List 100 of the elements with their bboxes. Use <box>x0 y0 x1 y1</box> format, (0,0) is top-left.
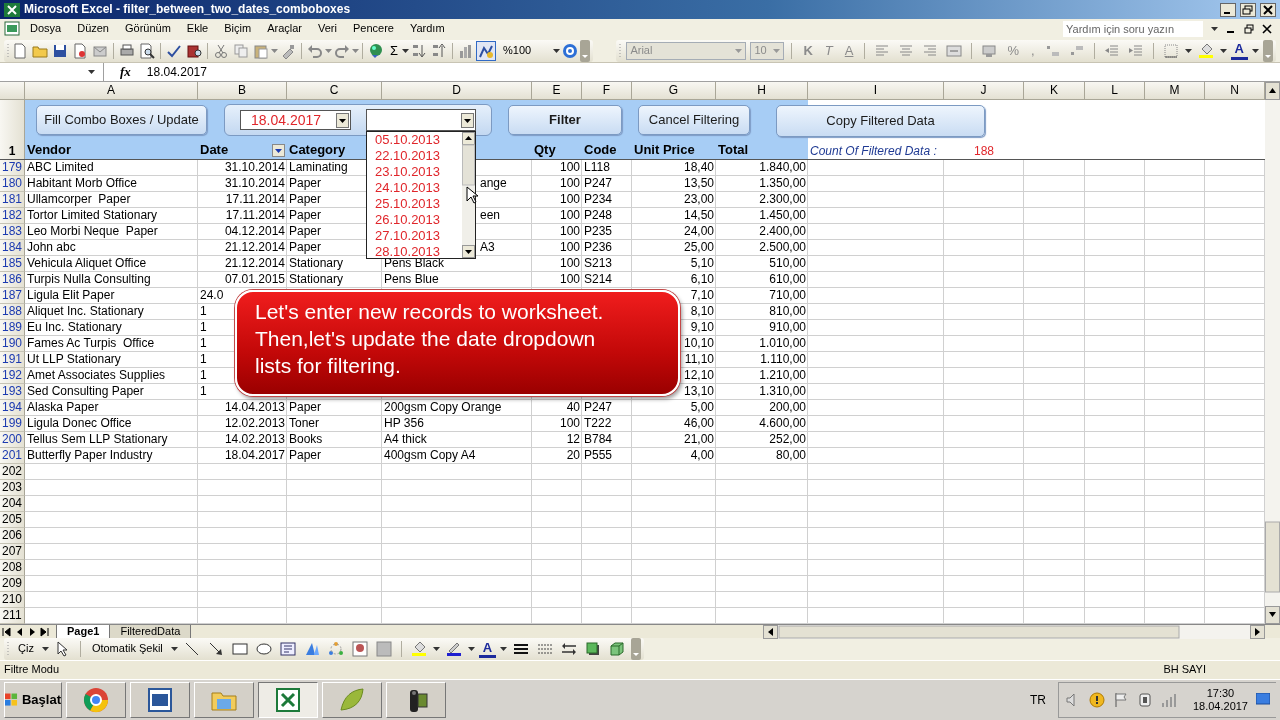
document-icon[interactable] <box>12 42 28 59</box>
caret-icon[interactable] <box>467 647 475 651</box>
caret-icon[interactable] <box>1211 27 1218 31</box>
menu-item[interactable]: Ekle <box>178 22 217 36</box>
row-header[interactable]: 179 <box>0 160 25 176</box>
list-option[interactable]: 27.10.2013 <box>367 228 462 244</box>
arrow-icon[interactable] <box>207 641 224 657</box>
caret-icon[interactable] <box>432 647 440 651</box>
caret-icon[interactable] <box>1252 48 1259 53</box>
sheet-tab[interactable]: Page1 <box>56 625 111 639</box>
row-header[interactable]: 189 <box>0 320 25 336</box>
line-color-icon[interactable] <box>445 641 462 657</box>
row-header[interactable]: 200 <box>0 432 25 448</box>
sort-descending-icon[interactable] <box>431 42 448 59</box>
rectangle-icon[interactable] <box>231 641 248 657</box>
scrollbar[interactable] <box>462 132 475 258</box>
show-desktop-icon[interactable] <box>1256 693 1270 707</box>
row-header[interactable]: 191 <box>0 352 25 368</box>
clip-art-icon[interactable] <box>351 641 368 657</box>
row-header[interactable]: 181 <box>0 192 25 208</box>
first-sheet-icon[interactable] <box>1 626 12 638</box>
menu-item[interactable]: Düzen <box>69 22 117 36</box>
row-header[interactable]: 202 <box>0 464 25 480</box>
menu-item[interactable]: Biçim <box>216 22 260 36</box>
oval-icon[interactable] <box>255 641 272 657</box>
select-all-button[interactable] <box>0 82 25 100</box>
line-style-icon[interactable] <box>513 641 530 657</box>
autoshapes-menu-button[interactable]: Otomatik Şekil <box>87 639 167 659</box>
merge-cells-icon[interactable] <box>946 42 963 59</box>
column-header[interactable]: K <box>1024 82 1085 100</box>
permission-icon[interactable] <box>72 42 88 59</box>
wordart-icon[interactable] <box>303 641 320 657</box>
menu-item[interactable]: Görünüm <box>117 22 179 36</box>
draw-menu-button[interactable]: Çiz <box>14 639 38 659</box>
date-combo-box[interactable] <box>366 109 476 131</box>
arrow-style-icon[interactable] <box>561 641 578 657</box>
dropdown-button[interactable] <box>336 112 349 128</box>
clipboard-icon[interactable] <box>253 42 269 59</box>
diagram-icon[interactable] <box>327 641 344 657</box>
close-icon[interactable] <box>1260 2 1276 17</box>
sheet-tab[interactable]: FilteredData <box>109 625 192 639</box>
save-icon[interactable] <box>52 42 68 59</box>
column-header[interactable]: H <box>716 82 808 100</box>
row-header[interactable]: 206 <box>0 528 25 544</box>
caret-icon[interactable] <box>402 48 410 53</box>
column-header[interactable]: D <box>382 82 532 100</box>
row-header[interactable]: 209 <box>0 576 25 592</box>
row-header[interactable]: 188 <box>0 304 25 320</box>
row-header[interactable]: 207 <box>0 544 25 560</box>
row-header[interactable]: 192 <box>0 368 25 384</box>
sheet-button[interactable]: Filter <box>508 105 622 135</box>
list-option[interactable]: 05.10.2013 <box>367 132 462 148</box>
column-header[interactable]: L <box>1085 82 1145 100</box>
horizontal-scrollbar[interactable] <box>763 625 1265 639</box>
row-header[interactable]: 187 <box>0 288 25 304</box>
language-indicator[interactable]: TR <box>1029 692 1046 708</box>
row-header[interactable]: 185 <box>0 256 25 272</box>
menu-item[interactable]: Veri <box>310 22 345 36</box>
column-header[interactable]: N <box>1205 82 1265 100</box>
dash-style-icon[interactable] <box>537 641 554 657</box>
row-header[interactable]: 194 <box>0 400 25 416</box>
caret-icon[interactable] <box>41 647 49 651</box>
list-option[interactable]: 23.10.2013 <box>367 164 462 180</box>
column-header[interactable]: M <box>1145 82 1205 100</box>
image-icon[interactable] <box>375 641 392 657</box>
help-icon[interactable] <box>562 42 579 59</box>
close-icon[interactable] <box>1262 24 1272 34</box>
increase-indent-icon[interactable] <box>1127 42 1144 59</box>
borders-icon[interactable] <box>1162 42 1179 59</box>
decrease-indent-icon[interactable] <box>1103 42 1120 59</box>
toolbar-options-icon[interactable] <box>580 39 591 62</box>
column-header[interactable]: E <box>532 82 582 100</box>
dropdown-button[interactable] <box>461 112 474 128</box>
column-header[interactable]: C <box>287 82 382 100</box>
shadow-icon[interactable] <box>585 641 602 657</box>
sheet-button[interactable]: Copy Filtered Data <box>776 105 985 137</box>
redo-icon[interactable] <box>334 42 350 59</box>
menu-item[interactable]: Yardım <box>401 22 453 36</box>
column-header[interactable]: A <box>25 82 198 100</box>
menu-item[interactable]: Araçlar <box>259 22 310 36</box>
toolbar-grip-icon[interactable] <box>7 641 10 657</box>
list-option[interactable]: 22.10.2013 <box>367 148 462 164</box>
fill-color-icon[interactable] <box>1197 42 1214 59</box>
sheet-button[interactable]: Cancel Filtering <box>638 105 750 135</box>
row-header[interactable]: 180 <box>0 176 25 192</box>
date-combo-box[interactable]: 18.04.2017 <box>240 110 351 130</box>
line-icon[interactable] <box>183 641 200 657</box>
row-header[interactable]: 199 <box>0 416 25 432</box>
row-header[interactable]: 1 <box>0 100 25 159</box>
autosum-button[interactable]: Σ <box>386 40 403 61</box>
caret-icon[interactable] <box>1184 48 1192 53</box>
list-option[interactable]: 25.10.2013 <box>367 196 462 212</box>
menu-item[interactable]: Pencere <box>344 22 402 36</box>
help-search-field[interactable]: Yardım için soru yazın <box>1063 21 1203 37</box>
caret-icon[interactable] <box>170 647 178 651</box>
print-icon[interactable] <box>119 42 135 59</box>
row-header[interactable]: 184 <box>0 240 25 256</box>
row-header[interactable]: 186 <box>0 272 25 288</box>
row-header[interactable]: 203 <box>0 480 25 496</box>
column-header[interactable]: B <box>198 82 287 100</box>
